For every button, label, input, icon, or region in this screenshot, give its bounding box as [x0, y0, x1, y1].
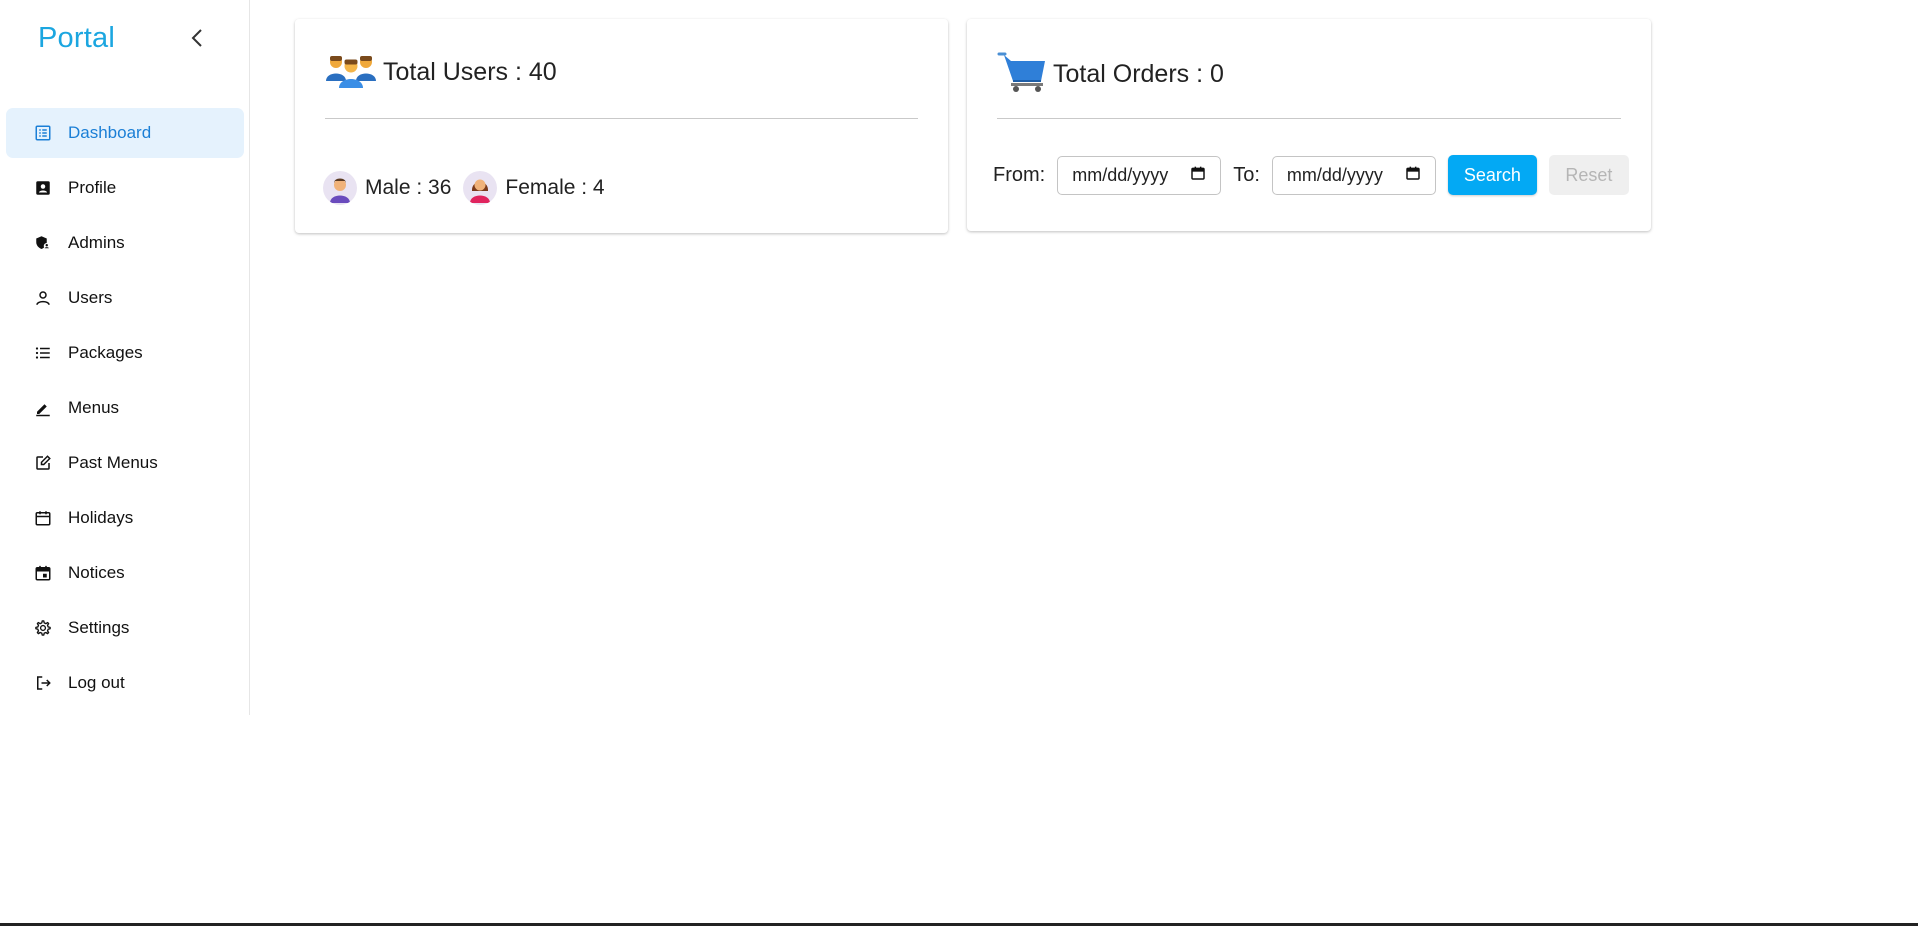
sidebar-item-label: Notices	[68, 563, 125, 582]
calendar-icon	[34, 509, 52, 527]
sidebar-item-label: Profile	[68, 178, 117, 197]
calendar-icon[interactable]	[1190, 165, 1206, 186]
dashboard-icon	[34, 124, 52, 142]
logout-icon	[34, 674, 52, 692]
sidebar-item-holidays[interactable]: Holidays	[6, 493, 244, 543]
sidebar-item-dashboard[interactable]: Dashboard	[6, 108, 244, 158]
sidebar-item-notices[interactable]: Notices	[6, 548, 244, 598]
male-avatar-icon	[323, 171, 357, 205]
sidebar-item-settings[interactable]: Settings	[6, 603, 244, 653]
sidebar-item-label: Menus	[68, 398, 120, 417]
admin-shield-icon	[34, 234, 52, 252]
sidebar-item-label: Users	[68, 288, 113, 307]
to-label: To:	[1233, 163, 1260, 186]
gender-breakdown: Male : 36 Female : 4	[323, 171, 617, 205]
pen-icon	[34, 399, 52, 417]
female-count: Female : 4	[505, 176, 605, 199]
sidebar-item-logout[interactable]: Log out	[6, 658, 244, 708]
calendar-icon[interactable]	[1405, 165, 1421, 186]
female-avatar-icon	[463, 171, 498, 205]
sidebar-item-label: Packages	[68, 343, 143, 362]
chevron-left-icon	[191, 29, 202, 47]
from-label: From:	[993, 163, 1046, 186]
sidebar-item-packages[interactable]: Packages	[6, 328, 244, 378]
to-date-input[interactable]: mm/dd/yyyy	[1271, 155, 1436, 195]
sidebar-item-label: Settings	[68, 618, 130, 637]
from-date-placeholder: mm/dd/yyyy	[1072, 164, 1169, 185]
gear-icon	[34, 619, 52, 637]
brand-logo[interactable]: Portal	[38, 22, 115, 55]
search-button[interactable]: Search	[1447, 155, 1537, 195]
sidebar-item-menus[interactable]: Menus	[6, 383, 244, 433]
card-header: Total Users : 40	[325, 51, 557, 94]
profile-card-icon	[34, 179, 52, 197]
collapse-sidebar-button[interactable]	[186, 26, 210, 50]
sidebar-item-label: Admins	[68, 233, 125, 252]
event-icon	[34, 564, 52, 582]
sidebar-item-label: Dashboard	[68, 123, 152, 142]
sidebar-item-label: Past Menus	[68, 453, 158, 472]
total-users-title: Total Users : 40	[383, 58, 557, 86]
divider	[997, 118, 1621, 119]
total-users-card: Total Users : 40 Male : 36 Female : 4	[295, 19, 948, 233]
sidebar-item-profile[interactable]: Profile	[6, 163, 244, 213]
sidebar-item-label: Holidays	[68, 508, 134, 527]
to-date-placeholder: mm/dd/yyyy	[1286, 164, 1383, 185]
user-icon	[34, 289, 52, 307]
sidebar-item-users[interactable]: Users	[6, 273, 244, 323]
sidebar-item-admins[interactable]: Admins	[6, 218, 244, 268]
divider	[325, 118, 918, 119]
sidebar-item-label: Log out	[68, 673, 125, 692]
male-count: Male : 36	[365, 176, 452, 199]
total-orders-title: Total Orders : 0	[1053, 60, 1224, 88]
users-group-icon	[325, 51, 377, 94]
from-date-input[interactable]: mm/dd/yyyy	[1057, 155, 1222, 195]
sidebar: Portal Dashboard Profile Admins Users Pa…	[0, 0, 250, 715]
shopping-cart-icon	[997, 51, 1047, 98]
card-header: Total Orders : 0	[997, 51, 1224, 98]
sidebar-item-past-menus[interactable]: Past Menus	[6, 438, 244, 488]
reset-button[interactable]: Reset	[1548, 155, 1629, 195]
date-filter-row: From: mm/dd/yyyy To: mm/dd/yyyy Search R…	[993, 155, 1629, 195]
edit-square-icon	[34, 454, 52, 472]
total-orders-card: Total Orders : 0 From: mm/dd/yyyy To: mm…	[967, 19, 1651, 231]
list-icon	[34, 344, 52, 362]
sidebar-nav: Dashboard Profile Admins Users Packages	[6, 108, 244, 713]
